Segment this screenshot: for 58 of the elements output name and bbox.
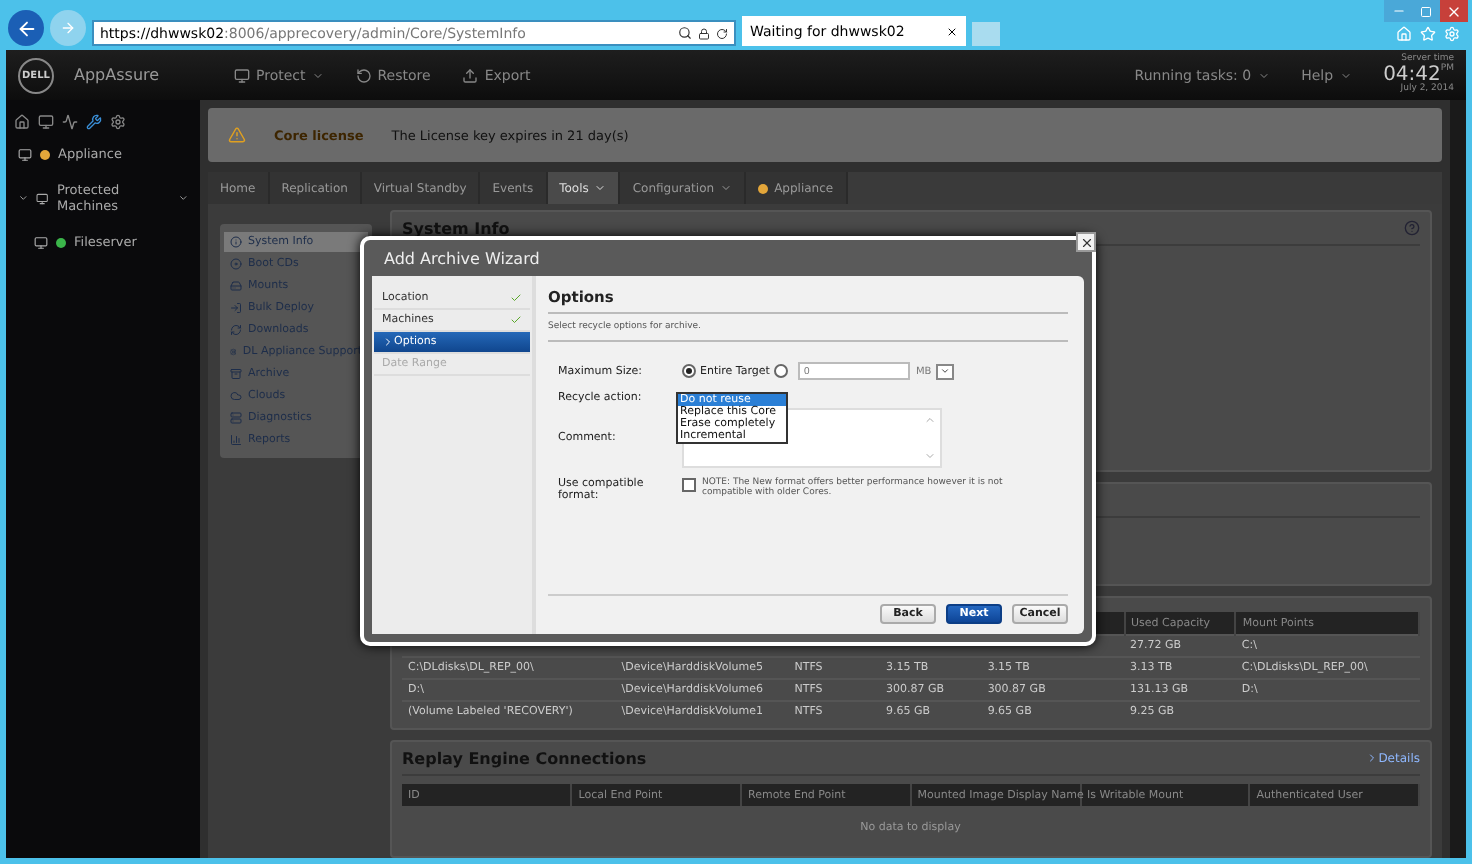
search-icon[interactable]: [678, 26, 692, 40]
close-button[interactable]: [1440, 0, 1468, 22]
panel-title: System Info: [402, 219, 510, 237]
close-icon: [1446, 3, 1462, 19]
bar-chart-icon: [230, 434, 242, 446]
pulse-icon[interactable]: [62, 114, 78, 130]
warning-icon: [228, 126, 246, 144]
refresh-icon: [230, 324, 242, 336]
unit-dropdown[interactable]: [935, 363, 954, 379]
maximize-icon: [1420, 5, 1432, 17]
settings-icon[interactable]: [110, 114, 126, 130]
radio-button[interactable]: [682, 364, 696, 378]
server-icon: [230, 412, 242, 424]
monitor-icon[interactable]: [38, 114, 54, 130]
maximize-button[interactable]: [1412, 0, 1440, 22]
caret-icon: [939, 366, 950, 376]
monitor-icon: [36, 191, 49, 205]
info-icon: [230, 236, 242, 248]
scrollbar[interactable]: [1450, 100, 1466, 858]
caret-icon: [18, 192, 29, 204]
caret-icon: [594, 182, 607, 194]
app-name: AppAssure: [74, 66, 162, 84]
cloud-icon: [230, 390, 242, 402]
monitor-icon: [18, 147, 32, 161]
arrow-left-icon: [15, 17, 37, 39]
lock-icon: [698, 27, 710, 39]
caret-icon: [1339, 69, 1352, 81]
disc-icon: [230, 258, 242, 270]
dialog-title: Add Archive Wizard: [384, 249, 540, 267]
caret-icon: [177, 192, 189, 204]
arrow-right-icon: [60, 20, 76, 36]
caret-icon: [720, 182, 733, 194]
status-dot: [758, 183, 769, 193]
caret-icon: [311, 69, 324, 81]
wrench-icon[interactable]: [86, 114, 102, 130]
close-icon[interactable]: [946, 25, 958, 37]
upload-icon: [462, 67, 479, 83]
checkbox[interactable]: [682, 478, 696, 492]
chevron-icon: [382, 336, 394, 348]
lifebuoy-icon: [230, 346, 237, 358]
monitor-icon: [234, 67, 250, 83]
restore-icon: [355, 67, 372, 83]
drive-icon: [230, 280, 242, 292]
star-icon[interactable]: [1420, 26, 1436, 42]
close-icon: [1079, 235, 1093, 249]
radio-button[interactable]: [773, 364, 788, 378]
login-icon: [230, 302, 242, 314]
close-button[interactable]: [1076, 232, 1096, 252]
chevron-icon: [1366, 752, 1379, 764]
monitor-icon: [34, 235, 48, 249]
caret-icon: [1257, 69, 1270, 81]
panel-title: Replay Engine Connections: [402, 749, 647, 767]
home-icon[interactable]: [14, 114, 30, 130]
back-button[interactable]: [8, 10, 44, 46]
clock-time: 04:42: [1383, 65, 1441, 85]
refresh-icon[interactable]: [716, 27, 728, 39]
archive-icon: [230, 368, 242, 380]
minimize-icon: [1391, 4, 1405, 18]
